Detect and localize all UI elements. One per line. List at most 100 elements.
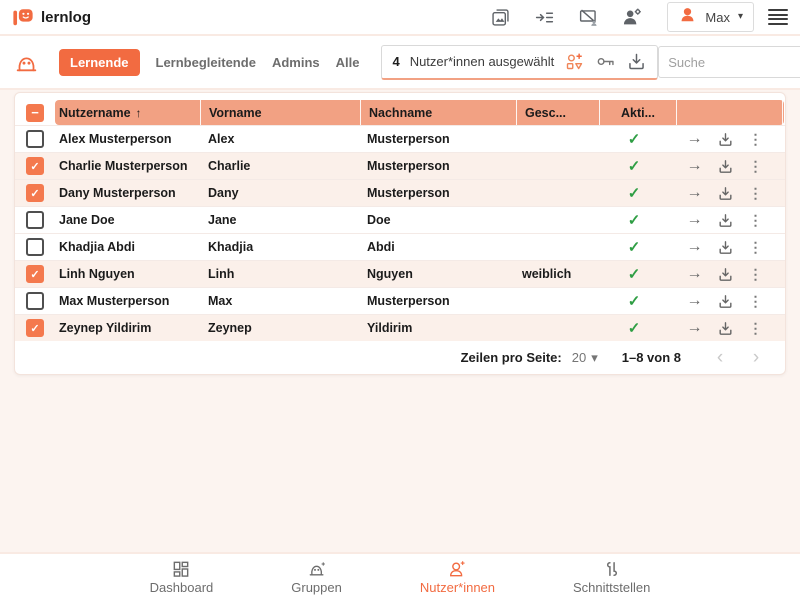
media-library-icon[interactable] [489,6,511,28]
users-add-icon [447,559,467,579]
cell-nutzername: Linh Nguyen [55,261,200,287]
user-menu[interactable]: Max ▾ [667,2,754,32]
row-checkbox[interactable] [26,211,44,229]
table-row[interactable]: ✓ Zeynep Yildirim Zeynep Yildirim ✓ → ⋮ [15,314,785,341]
cell-nachname: Musterperson [359,153,514,179]
table-row[interactable]: Max Musterperson Max Musterperson ✓ → ⋮ [15,287,785,314]
next-page-button[interactable]: › [743,348,769,367]
cell-geschlecht [514,234,596,260]
row-checkbox[interactable] [26,130,44,148]
download-selected-icon[interactable] [626,51,647,72]
screen-share-off-icon[interactable] [577,6,599,28]
rows-per-page-label: Zeilen pro Seite: [461,350,562,365]
tab-lernbegleitende[interactable]: Lernbegleitende [156,55,256,70]
add-to-group-icon[interactable] [564,51,585,72]
user-name: Max [705,10,730,25]
download-user-icon[interactable] [717,158,734,175]
cell-vorname: Charlie [200,153,359,179]
row-menu-icon[interactable]: ⋮ [749,212,763,229]
column-header-vorname[interactable]: Vorname [200,100,360,125]
download-user-icon[interactable] [717,320,734,337]
active-check-icon: ✓ [628,238,641,256]
table-row[interactable]: ✓ Dany Musterperson Dany Musterperson ✓ … [15,179,785,206]
row-checkbox[interactable]: ✓ [26,184,44,202]
cell-nachname: Yildirim [359,315,514,341]
column-header-aktiv[interactable]: Akti... [599,100,676,125]
row-checkbox[interactable] [26,292,44,310]
table-row[interactable]: ✓ Charlie Musterperson Charlie Musterper… [15,152,785,179]
tab-alle[interactable]: Alle [336,55,360,70]
open-user-icon[interactable]: → [687,319,703,337]
download-user-icon[interactable] [717,293,734,310]
download-user-icon[interactable] [717,239,734,256]
selection-info-box: 4 Nutzer*innen ausgewählt [381,45,658,80]
row-menu-icon[interactable]: ⋮ [749,293,763,310]
column-header-actions [676,100,782,125]
tab-admins[interactable]: Admins [272,55,320,70]
download-user-icon[interactable] [717,185,734,202]
table-row[interactable]: ✓ Linh Nguyen Linh Nguyen weiblich ✓ → ⋮ [15,260,785,287]
nav-item-schnittstellen[interactable]: Schnittstellen [573,559,650,595]
assign-list-icon[interactable] [533,6,555,28]
open-user-icon[interactable]: → [687,292,703,310]
pagination-bar: Zeilen pro Seite: 20 ▾ 1–8 von 8 ‹ › [15,341,785,374]
tab-lernende[interactable]: Lernende [59,49,140,76]
column-header-nachname[interactable]: Nachname [360,100,516,125]
download-user-icon[interactable] [717,266,734,283]
open-user-icon[interactable]: → [687,130,703,148]
rows-per-page-select[interactable]: 20 ▾ [572,350,598,366]
open-user-icon[interactable]: → [687,238,703,256]
active-check-icon: ✓ [628,292,641,310]
cell-nachname: Doe [359,207,514,233]
column-header-geschlecht[interactable]: Gesc... [516,100,599,125]
chevron-down-icon: ▾ [591,350,598,366]
cell-vorname: Dany [200,180,359,206]
cell-nachname: Musterperson [359,180,514,206]
nav-item-gruppen[interactable]: Gruppen [291,559,342,595]
cell-geschlecht [514,126,596,152]
user-settings-icon[interactable] [621,6,643,28]
password-key-icon[interactable] [595,51,616,72]
open-user-icon[interactable]: → [687,265,703,283]
column-header-nutzername[interactable]: Nutzername ↑ [55,100,200,125]
row-menu-icon[interactable]: ⋮ [749,266,763,283]
row-menu-icon[interactable]: ⋮ [749,239,763,256]
row-menu-icon[interactable]: ⋮ [749,320,763,337]
cell-nutzername: Khadjia Abdi [55,234,200,260]
cell-geschlecht: weiblich [514,261,596,287]
row-menu-icon[interactable]: ⋮ [749,185,763,202]
row-menu-icon[interactable]: ⋮ [749,131,763,148]
table-row[interactable]: Khadjia Abdi Khadjia Abdi ✓ → ⋮ [15,233,785,260]
row-checkbox[interactable]: ✓ [26,157,44,175]
cell-vorname: Zeynep [200,315,359,341]
download-user-icon[interactable] [717,131,734,148]
prev-page-button[interactable]: ‹ [707,348,733,367]
open-user-icon[interactable]: → [687,211,703,229]
open-user-icon[interactable]: → [687,184,703,202]
row-checkbox[interactable]: ✓ [26,319,44,337]
active-check-icon: ✓ [628,319,641,337]
app-logo[interactable]: lernlog [12,6,91,28]
select-all-checkbox[interactable]: − [26,104,44,122]
table-row[interactable]: Alex Musterperson Alex Musterperson ✓ → … [15,125,785,152]
nav-item-nutzerinnen[interactable]: Nutzer*innen [420,559,495,595]
open-user-icon[interactable]: → [687,157,703,175]
active-check-icon: ✓ [628,130,641,148]
main-content: − Nutzername ↑ Vorname Nachname Gesc... … [0,90,800,552]
search-input[interactable] [666,54,800,71]
interfaces-icon [602,559,622,579]
cell-nutzername: Alex Musterperson [55,126,200,152]
menu-icon[interactable] [768,9,788,25]
lernlog-logo-icon [12,6,34,28]
row-checkbox[interactable] [26,238,44,256]
cell-vorname: Jane [200,207,359,233]
users-table-card: − Nutzername ↑ Vorname Nachname Gesc... … [14,92,786,375]
row-checkbox[interactable]: ✓ [26,265,44,283]
active-check-icon: ✓ [628,211,641,229]
table-row[interactable]: Jane Doe Jane Doe ✓ → ⋮ [15,206,785,233]
active-check-icon: ✓ [628,157,641,175]
dashboard-icon [171,559,191,579]
nav-item-dashboard[interactable]: Dashboard [150,559,214,595]
row-menu-icon[interactable]: ⋮ [749,158,763,175]
download-user-icon[interactable] [717,212,734,229]
